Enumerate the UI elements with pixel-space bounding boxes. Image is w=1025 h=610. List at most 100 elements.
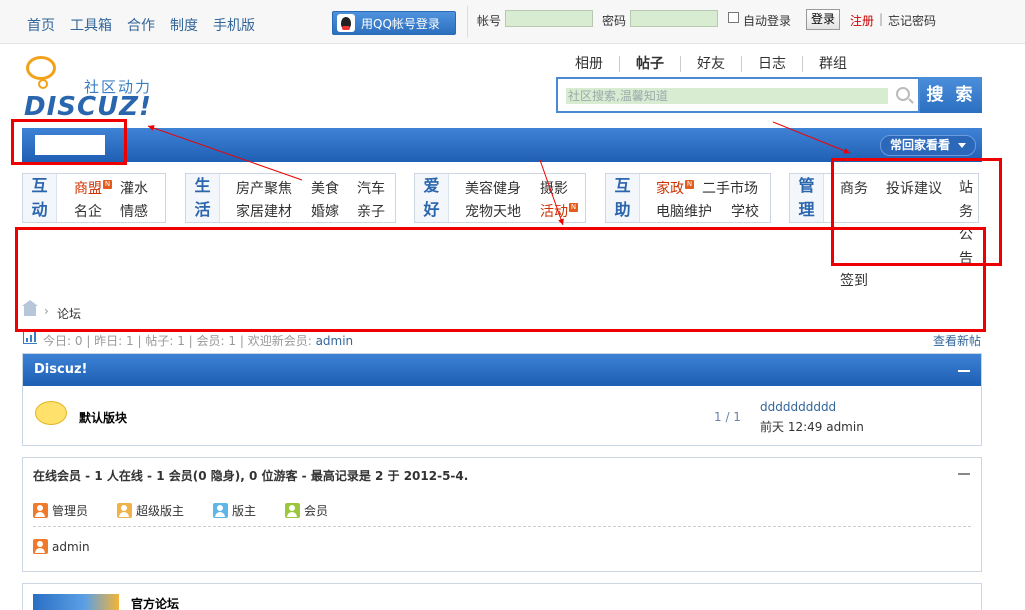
role-label: 管理员: [52, 504, 89, 518]
category-link[interactable]: 学校: [731, 201, 759, 221]
qq-login-label: 用QQ帐号登录: [361, 16, 440, 31]
forum-icon: [35, 401, 67, 425]
search-box: 社区搜索,温馨知道: [556, 77, 920, 113]
collapse-icon[interactable]: [958, 370, 970, 372]
topnav-home[interactable]: 首页: [27, 15, 55, 35]
often-visit-dropdown[interactable]: 常回家看看: [880, 135, 976, 156]
super-mod-role-icon: [117, 503, 132, 518]
category-interact: 互 动 商盟 N 灌水 名企 情感: [22, 173, 166, 223]
category-link[interactable]: 电脑维护: [656, 201, 712, 221]
category-link[interactable]: 签到: [840, 270, 868, 290]
stat-today: 今日: 0: [43, 334, 83, 348]
search-tab-friends[interactable]: 好友: [680, 56, 741, 72]
collapse-icon[interactable]: [958, 473, 970, 475]
forum-category-title[interactable]: Discuz!: [34, 362, 87, 377]
site-logo[interactable]: 社区动力 DISCUZ!: [22, 52, 162, 124]
search-tab-album[interactable]: 相册: [575, 56, 619, 72]
search-tab-posts[interactable]: 帖子: [619, 56, 680, 72]
search-tab-groups[interactable]: 群组: [802, 56, 863, 72]
category-link[interactable]: 活动 N: [540, 201, 578, 221]
category-title: 互 动: [23, 174, 57, 222]
auto-login-checkbox[interactable]: [728, 12, 739, 23]
category-link[interactable]: 宠物天地: [465, 201, 521, 221]
search-tab-blog[interactable]: 日志: [741, 56, 802, 72]
category-link[interactable]: 汽车: [357, 178, 385, 198]
role-label: 超级版主: [136, 504, 185, 518]
topnav-toolbox[interactable]: 工具箱: [70, 15, 112, 35]
register-link[interactable]: 注册: [850, 12, 874, 29]
category-link[interactable]: 商盟 N: [74, 178, 112, 198]
account-input[interactable]: [505, 10, 593, 27]
main-nav-bar: [22, 128, 982, 162]
category-title: 爱 好: [415, 174, 449, 222]
top-nav: 首页 工具箱 合作 制度 手机版: [27, 15, 255, 35]
mod-role-icon: [213, 503, 228, 518]
admin-role-icon: [33, 539, 48, 554]
search-button[interactable]: 搜 索: [920, 77, 982, 113]
qq-login-button[interactable]: 用QQ帐号登录: [332, 11, 456, 35]
category-link[interactable]: 情感: [120, 201, 148, 221]
category-link-label: 活动: [540, 204, 568, 220]
category-link[interactable]: 摄影: [540, 178, 568, 198]
category-title-char: 助: [614, 200, 631, 219]
category-link[interactable]: 名企: [74, 201, 102, 221]
category-link[interactable]: 美食: [311, 178, 339, 198]
category-link[interactable]: 家政 N: [656, 178, 694, 198]
search-tabs: 相册 帖子 好友 日志 群组: [575, 56, 863, 72]
search-input[interactable]: 社区搜索,温馨知道: [566, 88, 888, 104]
divider: [467, 6, 468, 38]
forum-category-header: Discuz!: [23, 354, 981, 386]
hot-badge: N: [103, 180, 112, 189]
stat-yesterday: 昨日: 1: [94, 334, 134, 348]
topnav-cooperation[interactable]: 合作: [127, 15, 155, 35]
logo-text-en: DISCUZ!: [24, 92, 152, 122]
official-forum-title[interactable]: 官方论坛: [131, 595, 179, 610]
home-icon[interactable]: [22, 300, 38, 316]
forum-stats: 今日: 0 | 昨日: 1 | 帖子: 1 | 会员: 1 | 欢迎新会员: a…: [43, 334, 354, 348]
role-member: 会员: [285, 502, 328, 519]
hot-badge: N: [569, 203, 578, 212]
category-title-char: 爱: [423, 176, 440, 195]
category-link[interactable]: 灌水: [120, 178, 148, 198]
official-forum-image[interactable]: [33, 594, 119, 610]
category-link[interactable]: 亲子: [357, 201, 385, 221]
account-label: 帐号: [477, 14, 502, 28]
role-label: 会员: [304, 504, 329, 518]
category-title: 管 理: [790, 174, 824, 222]
breadcrumb-forum[interactable]: 论坛: [57, 305, 81, 322]
category-link[interactable]: 美容健身: [465, 178, 521, 198]
login-separator: |: [879, 12, 884, 26]
top-bar: 首页 工具箱 合作 制度 手机版 用QQ帐号登录 帐号 密码 自动登录 登录 注…: [0, 0, 1025, 44]
forgot-password-link[interactable]: 忘记密码: [888, 12, 936, 29]
online-user[interactable]: admin: [33, 539, 90, 554]
topnav-mobile[interactable]: 手机版: [213, 15, 255, 35]
login-button[interactable]: 登录: [806, 9, 840, 30]
new-member-link[interactable]: admin: [316, 334, 354, 348]
nav-active-item[interactable]: [35, 135, 105, 155]
category-title-char: 互: [614, 176, 631, 195]
category-title-char: 活: [194, 200, 211, 219]
category-link[interactable]: 家居建材: [236, 201, 292, 221]
forum-name[interactable]: 默认版块: [79, 409, 127, 426]
role-admin: 管理员: [33, 502, 88, 519]
category-title-char: 理: [798, 200, 815, 219]
category-link[interactable]: 站务公告: [959, 177, 975, 271]
member-role-icon: [285, 503, 300, 518]
password-label: 密码: [602, 14, 627, 28]
password-input[interactable]: [630, 10, 718, 27]
stat-posts: 帖子: 1: [145, 334, 185, 348]
role-label: 版主: [232, 504, 257, 518]
category-link[interactable]: 婚嫁: [311, 201, 339, 221]
category-title-char: 好: [423, 200, 440, 219]
search-icon[interactable]: [896, 87, 910, 101]
category-link[interactable]: 二手市场: [702, 178, 758, 198]
category-link[interactable]: 投诉建议: [886, 178, 942, 198]
category-link[interactable]: 房产聚焦: [236, 178, 292, 198]
topnav-rules[interactable]: 制度: [170, 15, 198, 35]
view-new-posts-link[interactable]: 查看新帖: [933, 332, 981, 349]
category-hobby: 爱 好 美容健身 摄影 宠物天地 活动 N: [414, 173, 586, 223]
last-post-link[interactable]: dddddddddd: [760, 400, 836, 414]
category-title-char: 互: [31, 176, 48, 195]
logo-bubble-icon: [26, 56, 56, 89]
category-link[interactable]: 商务: [840, 178, 868, 198]
